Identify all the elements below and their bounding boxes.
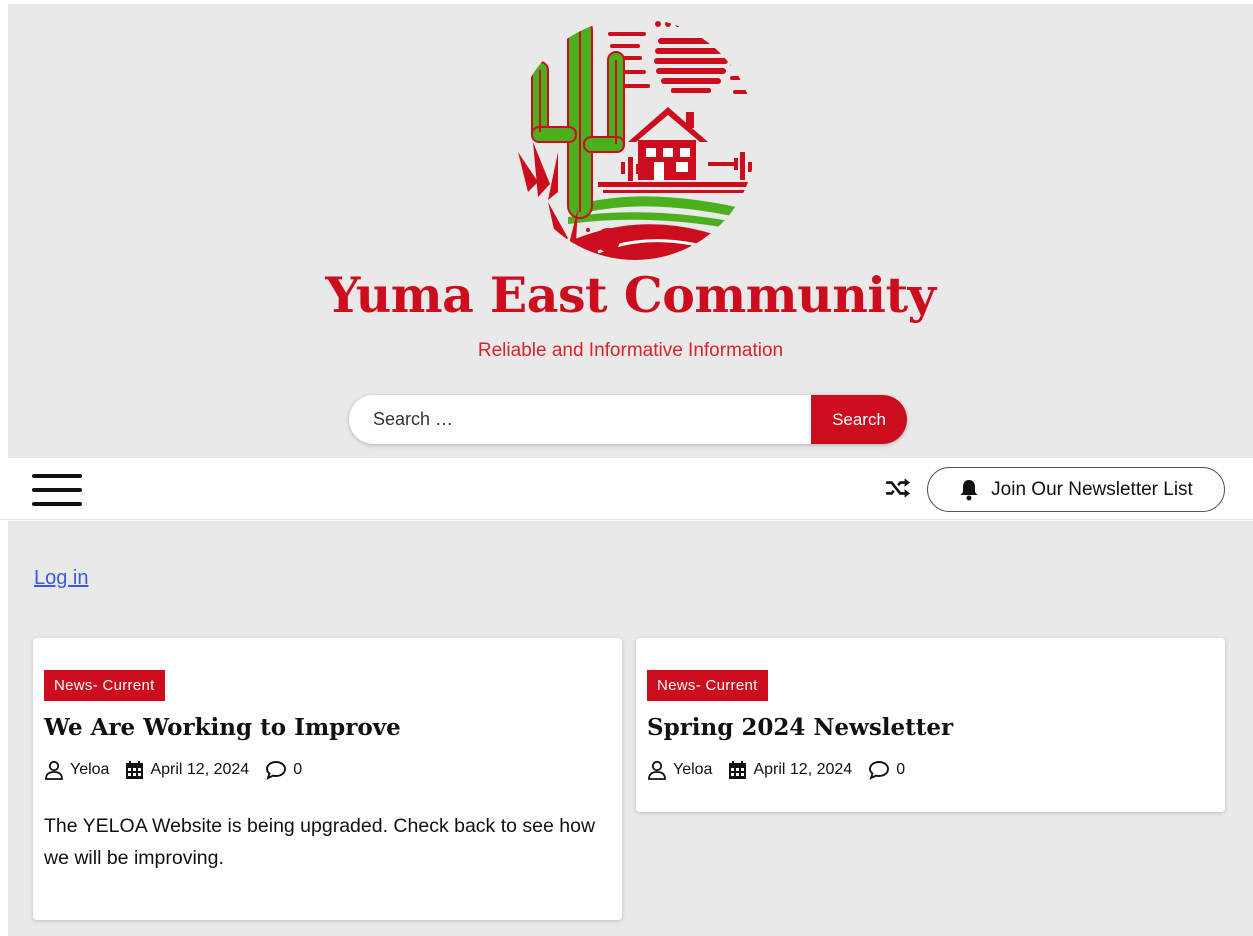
post-excerpt: The YELOA Website is being upgraded. Che…	[44, 815, 596, 869]
post-author[interactable]: Yeloa	[44, 760, 109, 780]
comment-icon	[869, 761, 890, 780]
post-date-text: April 12, 2024	[753, 761, 853, 778]
bell-icon	[960, 479, 978, 500]
calendar-icon	[729, 760, 747, 779]
comment-count: 0	[293, 761, 303, 778]
post-title[interactable]: We Are Working to Improve	[44, 714, 401, 741]
post-comments[interactable]: 0	[265, 760, 302, 780]
post-card: News- Current Spring 2024 Newsletter Yel…	[636, 638, 1225, 812]
category-badge[interactable]: News- Current	[647, 670, 768, 701]
author-name: Yeloa	[673, 761, 713, 778]
user-icon	[45, 760, 63, 780]
hamburger-menu-button[interactable]	[32, 468, 82, 512]
site-title[interactable]: Yuma East Community	[8, 266, 1253, 324]
post-author[interactable]: Yeloa	[647, 760, 712, 780]
main-content: Log in News- Current We Are Working to I…	[8, 521, 1253, 936]
search-input[interactable]	[349, 395, 811, 444]
post-date-text: April 12, 2024	[150, 761, 250, 778]
user-icon	[648, 760, 666, 780]
site-tagline: Reliable and Informative Information	[477, 340, 784, 361]
post-card: News- Current We Are Working to Improve …	[33, 638, 622, 920]
post-meta: Yeloa April 12, 2024 0	[44, 760, 318, 780]
post-date[interactable]: April 12, 2024	[125, 760, 250, 780]
comment-icon	[266, 761, 287, 780]
newsletter-label: Join Our Newsletter List	[991, 478, 1193, 500]
shuffle-icon[interactable]	[884, 475, 910, 501]
post-comments[interactable]: 0	[868, 760, 905, 780]
login-link[interactable]: Log in	[34, 567, 89, 590]
search-form: Search	[349, 395, 907, 444]
category-badge[interactable]: News- Current	[44, 670, 165, 701]
post-meta: Yeloa April 12, 2024 0	[647, 760, 921, 780]
post-date[interactable]: April 12, 2024	[728, 760, 853, 780]
post-title[interactable]: Spring 2024 Newsletter	[647, 714, 953, 741]
search-button[interactable]: Search	[811, 395, 907, 444]
site-logo[interactable]	[508, 12, 762, 266]
author-name: Yeloa	[70, 761, 110, 778]
calendar-icon	[126, 760, 144, 779]
newsletter-button[interactable]: Join Our Newsletter List	[927, 467, 1225, 512]
nav-bar: Join Our Newsletter List	[0, 458, 1253, 520]
comment-count: 0	[896, 761, 906, 778]
site-header: Yuma East Community Reliable and Informa…	[8, 4, 1253, 458]
page: Yuma East Community Reliable and Informa…	[0, 0, 1253, 936]
